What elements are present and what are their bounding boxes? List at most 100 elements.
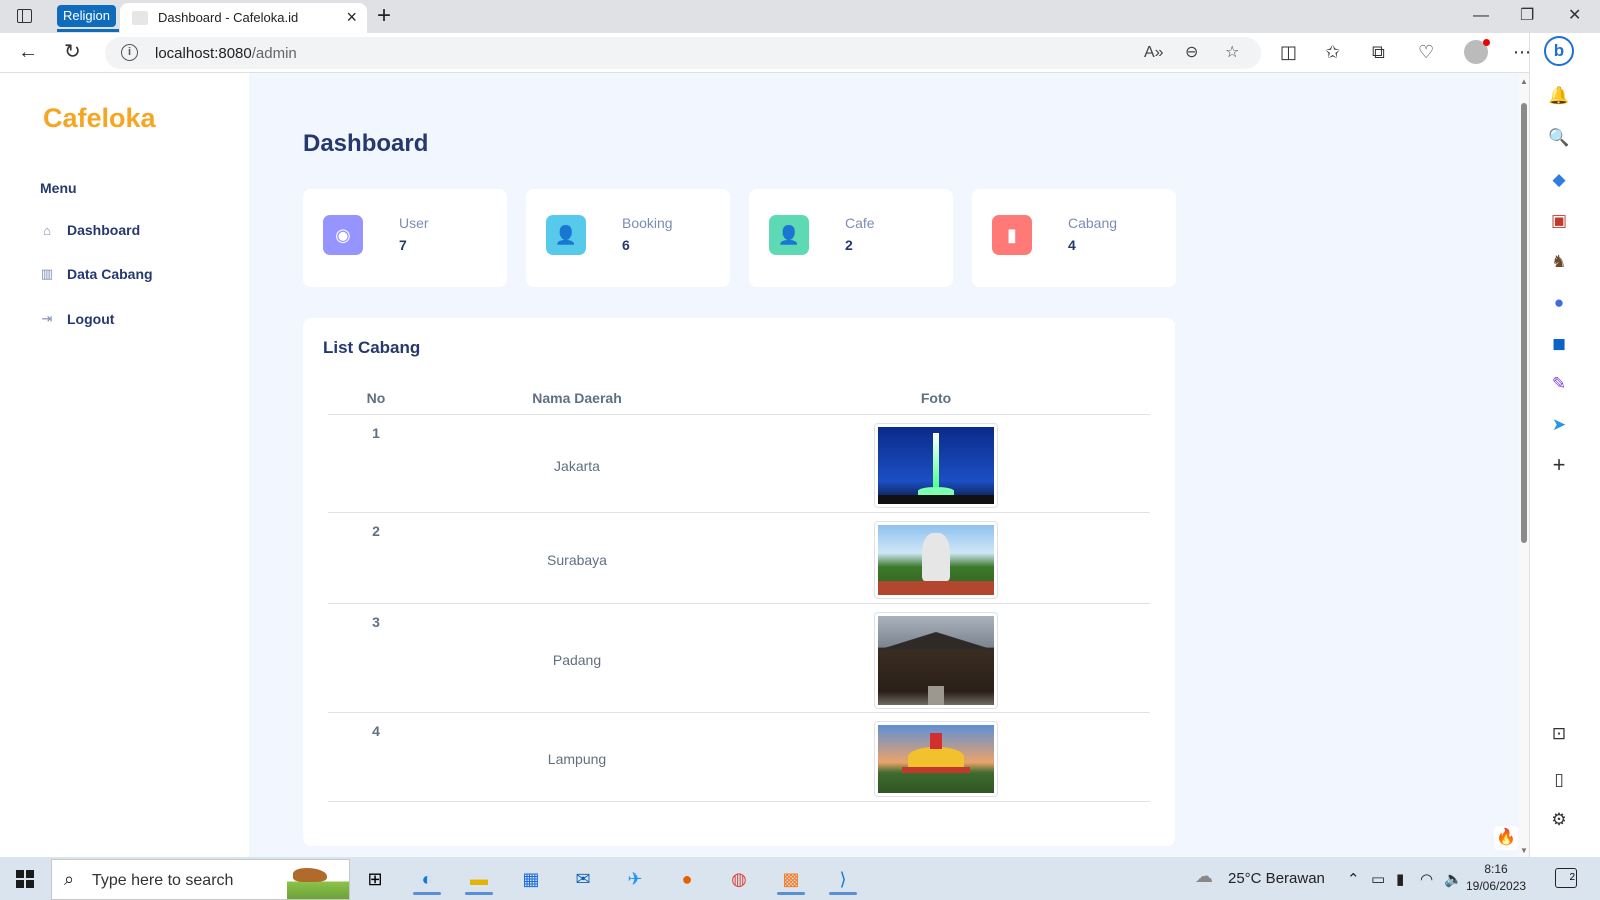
show-hidden-icons-icon[interactable]: ⌃ [1347, 870, 1360, 888]
profile-alert-dot [1483, 39, 1490, 46]
sidebar-item-data-cabang[interactable]: ▥ Data Cabang [40, 263, 153, 285]
url-text[interactable]: localhost:8080/admin [155, 45, 297, 62]
search-icon: ⌕ [64, 869, 75, 889]
microsoft365-icon[interactable]: ● [1548, 292, 1570, 314]
scroll-up-icon[interactable]: ▲ [1520, 77, 1528, 86]
edge-sidebar: b 🔔 🔍 ◆ ▣ ♞ ● ◼ ✎ ➤ + ⊡ ▯ ⚙ [1529, 33, 1600, 857]
stat-label: Booking [622, 215, 673, 231]
address-bar: ← ↻ i localhost:8080/admin A» ⊖ ☆ ◫ ✩ ⧉ … [0, 33, 1600, 73]
notification-center-icon[interactable]: 2 [1555, 868, 1577, 888]
browser-tab-bar: Religion Dashboard - Cafeloka.id × + — ❐… [0, 0, 1600, 33]
notification-bell-icon[interactable]: 🔔 [1548, 85, 1570, 107]
cell-no: 2 [372, 523, 380, 539]
taskbar-search-box[interactable]: ⌕ Type here to search [51, 859, 350, 900]
hide-sidebar-icon[interactable]: ▯ [1548, 769, 1570, 791]
browser-essentials-icon[interactable]: ♡ [1418, 41, 1434, 63]
fire-icon[interactable]: 🔥 [1494, 826, 1518, 850]
stat-card-cafe: 👤 Cafe 2 [749, 189, 953, 287]
site-info-icon[interactable]: i [121, 44, 138, 61]
home-icon: ⌂ [43, 222, 51, 238]
scroll-down-icon[interactable]: ▼ [1520, 846, 1528, 855]
cell-nama-daerah: Lampung [547, 751, 607, 767]
active-app-indicator [413, 892, 441, 895]
task-view-icon[interactable]: ⊞ [359, 863, 391, 895]
bing-chat-icon[interactable]: b [1544, 36, 1574, 66]
tab-actions-icon[interactable] [17, 9, 32, 23]
mail-icon[interactable]: ✉ [567, 863, 599, 895]
taskbar-clock[interactable]: 8:16 19/06/2023 [1466, 861, 1526, 895]
search-icon[interactable]: 🔍 [1548, 127, 1570, 149]
vscode-icon[interactable]: ⟩ [827, 863, 859, 895]
bookmark-icon: ▮ [992, 215, 1032, 255]
scroll-thumb[interactable] [1521, 103, 1527, 543]
url-host: localhost:8080 [155, 45, 252, 62]
taskbar-search-placeholder: Type here to search [92, 872, 234, 889]
menara-siger-photo [878, 725, 994, 793]
cell-no: 3 [372, 614, 380, 630]
xampp-icon[interactable]: ▩ [775, 863, 807, 895]
designer-icon[interactable]: ✎ [1548, 373, 1570, 395]
sidebar-item-dashboard[interactable]: ⌂ Dashboard [40, 219, 140, 241]
messenger-app-icon[interactable]: ✈ [619, 863, 651, 895]
tools-icon[interactable]: ▣ [1548, 210, 1570, 232]
edge-browser-icon[interactable]: ◐ [411, 863, 443, 895]
notification-count: 2 [1569, 872, 1575, 883]
refresh-icon[interactable]: ↻ [64, 40, 81, 64]
favorites-icon[interactable]: ✩ [1325, 41, 1340, 63]
games-icon[interactable]: ♞ [1548, 251, 1570, 273]
url-field[interactable]: i localhost:8080/admin A» ⊖ ☆ [105, 37, 1261, 69]
tab-title: Dashboard - Cafeloka.id [158, 10, 299, 25]
minimize-icon[interactable]: — [1473, 4, 1489, 28]
table-row: 4 Lampung [328, 713, 1150, 802]
favorite-star-icon[interactable]: ☆ [1225, 43, 1239, 63]
cell-no: 1 [372, 425, 380, 441]
photo-frame [874, 521, 998, 599]
wifi-icon[interactable]: ◠ [1420, 870, 1433, 888]
stat-value: 7 [399, 237, 407, 253]
drop-icon[interactable]: ➤ [1548, 414, 1570, 436]
sidebar-item-label: Dashboard [67, 222, 141, 238]
microsoft-store-icon[interactable]: ▦ [515, 863, 547, 895]
weather-text[interactable]: 25°C Berawan [1228, 870, 1325, 887]
stat-label: Cabang [1068, 215, 1118, 231]
tab-group-label[interactable]: Religion [57, 5, 116, 27]
close-window-icon[interactable]: ✕ [1568, 4, 1581, 28]
browser-tab-active[interactable]: Dashboard - Cafeloka.id × [120, 3, 367, 33]
sidebar-item-logout[interactable]: ⇥ Logout [40, 308, 115, 330]
windows-start-icon[interactable] [16, 870, 34, 888]
zoom-icon[interactable]: ⊖ [1185, 43, 1198, 63]
split-screen-icon[interactable]: ◫ [1280, 41, 1297, 63]
cell-nama-daerah: Surabaya [547, 552, 607, 568]
photo-frame [874, 612, 998, 709]
restore-icon[interactable]: ❐ [1520, 4, 1534, 28]
meet-now-icon[interactable]: ▭ [1371, 870, 1385, 888]
outlook-icon[interactable]: ◼ [1548, 333, 1570, 355]
new-tab-icon[interactable]: + [377, 2, 391, 30]
battery-icon[interactable]: ▮ [1396, 870, 1404, 888]
stat-card-user: ◉ User 7 [303, 189, 507, 287]
close-tab-icon[interactable]: × [346, 7, 357, 27]
stat-value: 4 [1068, 237, 1076, 253]
monas-photo [878, 427, 994, 504]
firefox-icon[interactable]: ● [671, 863, 703, 895]
clock-time: 8:16 [1484, 862, 1508, 876]
active-app-indicator [465, 892, 493, 895]
settings-gear-icon[interactable]: ⚙ [1548, 809, 1570, 831]
collections-icon[interactable]: ⧉ [1372, 41, 1385, 63]
brand-logo[interactable]: Cafeloka [43, 103, 156, 134]
shopping-tag-icon[interactable]: ◆ [1548, 169, 1570, 191]
menu-title: Menu [40, 180, 77, 196]
cell-nama-daerah: Padang [552, 652, 602, 668]
stat-card-cabang: ▮ Cabang 4 [972, 189, 1176, 287]
weather-cloud-icon[interactable]: ☁ [1195, 866, 1213, 887]
file-explorer-icon[interactable]: ▬ [463, 863, 495, 895]
screenshot-icon[interactable]: ⊡ [1548, 723, 1570, 745]
photo-frame [874, 721, 998, 797]
back-icon[interactable]: ← [18, 40, 38, 64]
volume-icon[interactable]: 🔈 [1444, 870, 1463, 888]
sidebar-item-label: Data Cabang [67, 266, 153, 282]
page-scrollbar[interactable]: ▲ ▼ [1519, 73, 1529, 857]
chrome-icon[interactable]: ◍ [723, 863, 755, 895]
add-app-icon[interactable]: + [1548, 454, 1570, 476]
read-aloud-icon[interactable]: A» [1144, 43, 1164, 63]
